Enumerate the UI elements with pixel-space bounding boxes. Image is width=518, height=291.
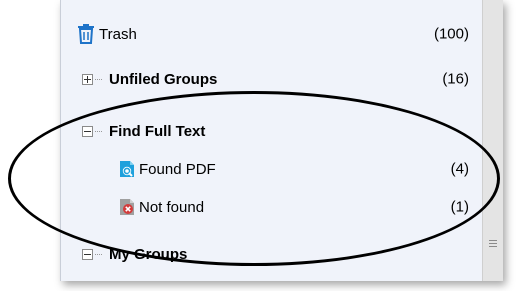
tree-item-label: Found PDF xyxy=(139,160,216,178)
not-found-icon xyxy=(118,198,136,216)
tree-item-not-found[interactable]: Not found (1) xyxy=(61,193,481,221)
expand-icon[interactable] xyxy=(82,73,93,85)
item-count: (1) xyxy=(450,198,469,216)
tree-item-found-pdf[interactable]: Found PDF (4) xyxy=(61,155,481,183)
tree-connector xyxy=(95,130,103,132)
tree-item-my-groups[interactable]: My Groups xyxy=(61,240,481,268)
tree-item-label: My Groups xyxy=(109,245,188,263)
tree-item-label: Trash xyxy=(99,25,137,43)
tree-item-trash[interactable]: Trash (100) xyxy=(61,20,481,48)
found-pdf-icon xyxy=(118,160,136,178)
tree-item-label: Unfiled Groups xyxy=(109,70,218,88)
scrollbar-grip-icon[interactable] xyxy=(489,240,497,249)
tree-item-label: Not found xyxy=(139,198,205,216)
collapse-icon[interactable] xyxy=(82,248,93,260)
tree-item-label: Find Full Text xyxy=(109,122,206,140)
item-count: (100) xyxy=(433,25,469,43)
item-count: (16) xyxy=(442,70,469,88)
tree-connector xyxy=(95,78,103,80)
item-count: (4) xyxy=(450,160,469,178)
groups-tree-panel: Trash (100) Unfiled Groups (16) Find Ful… xyxy=(60,0,503,281)
collapse-icon[interactable] xyxy=(82,125,93,137)
tree-connector xyxy=(95,253,103,255)
trash-icon xyxy=(77,24,95,44)
vertical-scrollbar[interactable] xyxy=(482,0,503,281)
tree-item-find-full-text[interactable]: Find Full Text xyxy=(61,117,481,145)
tree-item-unfiled-groups[interactable]: Unfiled Groups (16) xyxy=(61,65,481,93)
